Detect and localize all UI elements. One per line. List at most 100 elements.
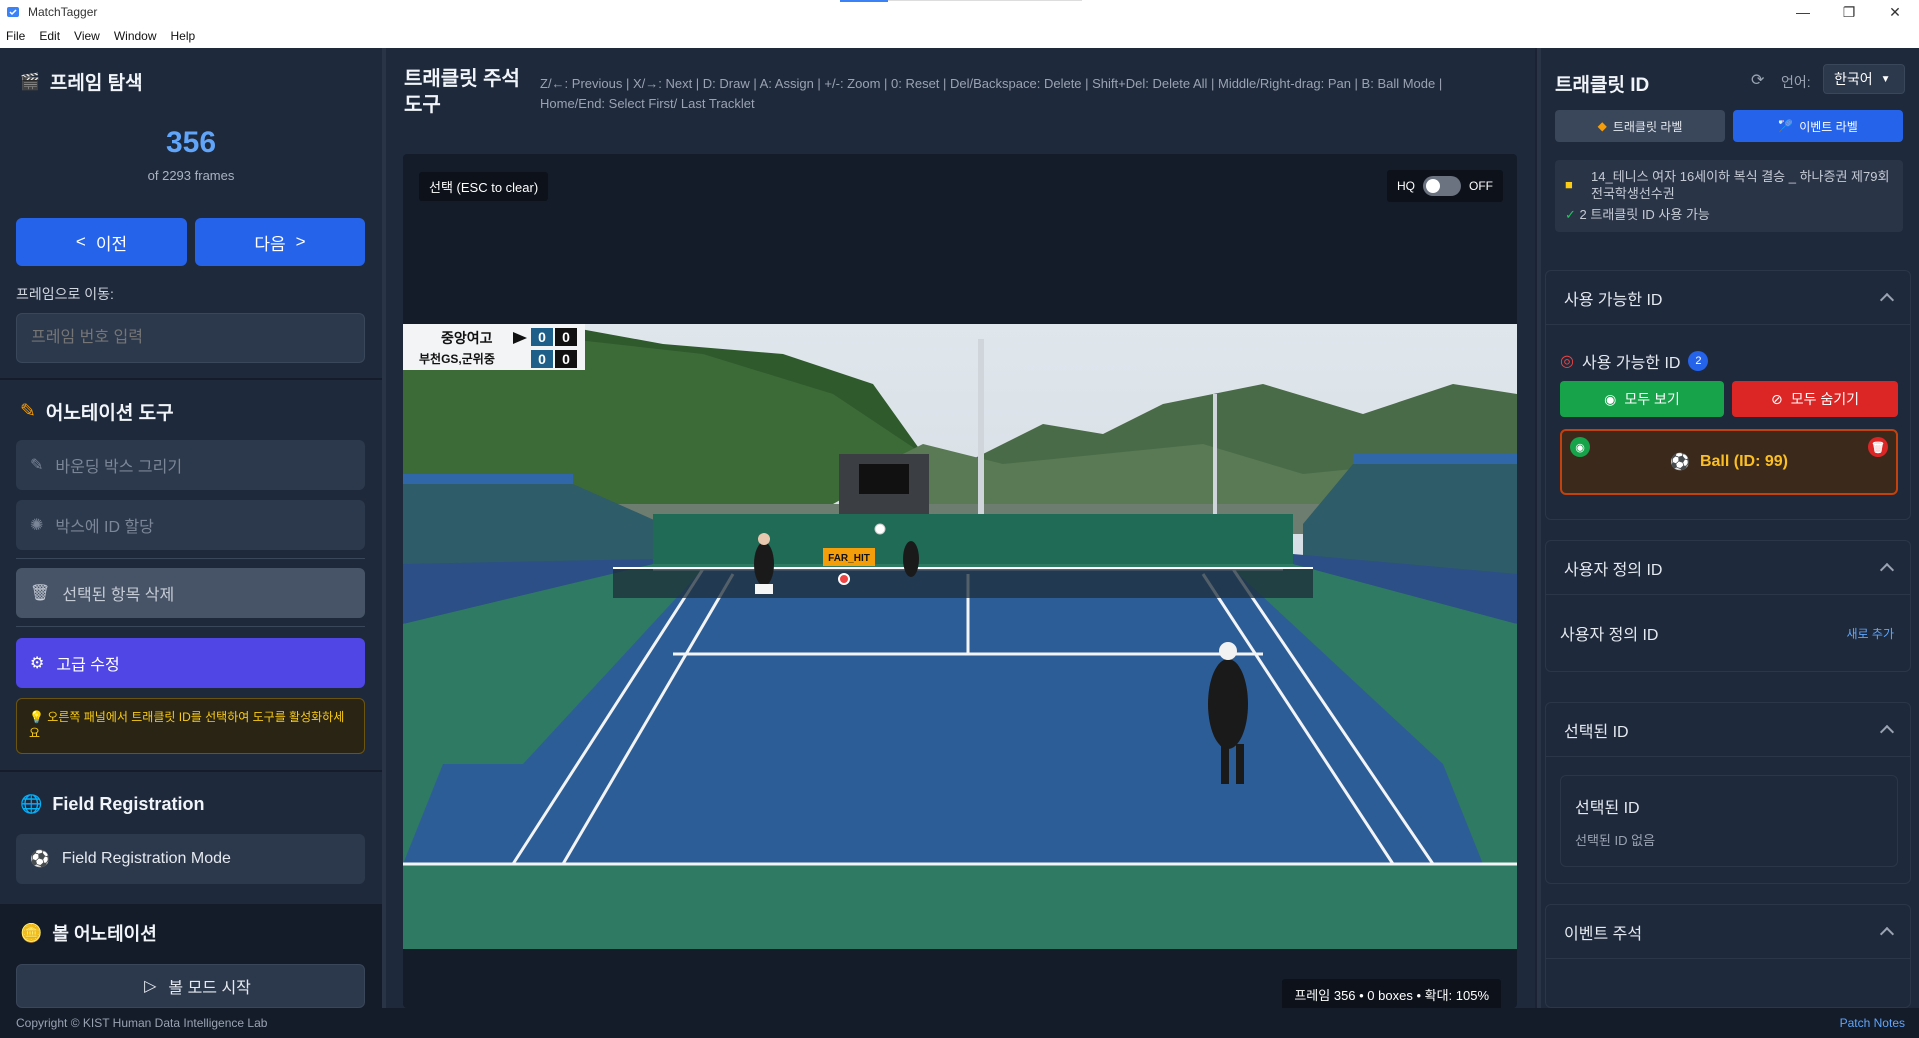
sparkle-icon: ✺	[30, 517, 44, 534]
svg-text:0: 0	[562, 329, 570, 345]
chevron-up-icon	[1879, 926, 1895, 942]
scoreboard-team1: 중앙여고	[441, 330, 493, 346]
gear-icon: ⚙	[30, 655, 45, 672]
bulb-icon: 💡	[29, 710, 44, 724]
show-all-button[interactable]: ◉ 모두 보기	[1560, 381, 1724, 417]
menu-window[interactable]: Window	[114, 29, 157, 43]
tennis-court-image: 중앙여고 부천GS,군위중 0 0 0 0 FAR_HIT	[403, 324, 1517, 949]
ball-mode-start-button[interactable]: ▷ 볼 모드 시작	[16, 964, 365, 1008]
soccer-ball-icon: ⚽	[1670, 454, 1690, 471]
prev-button[interactable]: < 이전	[16, 218, 187, 266]
trash-icon: 🗑	[30, 585, 51, 602]
chevron-up-icon	[1879, 292, 1895, 308]
add-new-link[interactable]: 새로 추가	[1847, 625, 1895, 642]
chevron-up-icon	[1879, 562, 1895, 578]
available-count-badge: 2	[1688, 351, 1709, 371]
assign-id-button[interactable]: ✺ 박스에 ID 할당	[16, 500, 365, 550]
chevron-left-icon: <	[75, 232, 86, 251]
frame-total: of 2293 frames	[147, 168, 235, 183]
tab-event-label[interactable]: 🏸 이벤트 라벨	[1733, 110, 1903, 142]
minimize-icon[interactable]: —	[1780, 0, 1826, 24]
eye-icon: ◉	[1604, 390, 1617, 407]
target-icon: ◎	[1560, 353, 1574, 370]
menu-file[interactable]: File	[6, 29, 25, 43]
field-reg-title: 🌐 Field Registration	[20, 794, 205, 814]
selection-badge: 선택 (ESC to clear)	[419, 172, 549, 201]
file-status: 2 트래클릿 ID 사용 가능	[1579, 207, 1710, 222]
chevron-down-icon: ▼	[1880, 73, 1891, 85]
coins-icon: 🪙	[20, 922, 43, 943]
custom-ids-label: 사용자 정의 ID	[1560, 627, 1659, 644]
ball-marker-icon[interactable]	[838, 573, 850, 585]
frame-info: 프레임 356 • 0 boxes • 확대: 105%	[1282, 979, 1501, 1010]
menu-bar: File Edit View Window Help	[0, 24, 1919, 48]
custom-ids-header[interactable]: 사용자 정의 ID	[1546, 541, 1910, 595]
video-frame[interactable]: 중앙여고 부천GS,군위중 0 0 0 0 FAR_HIT	[403, 324, 1517, 949]
tracklet-id-title: 트래클릿 ID	[1555, 75, 1650, 96]
globe-icon: 🌐	[20, 794, 43, 814]
ball-id-item[interactable]: ◉ ⚽ Ball (ID: 99) 🗑	[1560, 429, 1898, 495]
pencil-icon: ✎	[20, 401, 36, 422]
patch-notes-link[interactable]: Patch Notes	[1840, 1016, 1905, 1030]
left-panel: 🎬 프레임 탐색 356 of 2293 frames < 이전 다음 > 프레임으…	[0, 48, 386, 1008]
folder-icon: ■	[1565, 177, 1573, 192]
refresh-icon[interactable]: ⟳	[1751, 70, 1764, 90]
field-reg-mode-button[interactable]: ⚽ Field Registration Mode	[16, 834, 365, 884]
footer: Copyright © KIST Human Data Intelligence…	[0, 1008, 1919, 1038]
delete-id-icon[interactable]: 🗑	[1868, 437, 1888, 457]
app-icon	[7, 7, 19, 17]
event-tag: FAR_HIT	[828, 553, 870, 564]
menu-view[interactable]: View	[74, 29, 100, 43]
page-title: 트래클릿 주석 도구	[404, 68, 520, 116]
center-panel: 트래클릿 주석 도구 Z/←: Previous | X/→: Next | D…	[386, 48, 1535, 1010]
hint-box: 💡 오른쪽 패널에서 트래클릿 ID를 선택하여 도구를 활성화하세요	[16, 698, 365, 754]
draw-bbox-button[interactable]: ✎ 바운딩 박스 그리기	[16, 440, 365, 490]
event-annot-header[interactable]: 이벤트 주석	[1546, 905, 1910, 959]
lang-label: 언어:	[1781, 74, 1811, 90]
scoreboard-team2: 부천GS,군위중	[419, 351, 495, 366]
hide-all-button[interactable]: ⊘ 모두 숨기기	[1732, 381, 1898, 417]
file-info-box: ■ 14_테니스 여자 16세이하 복식 결승 _ 하나증권 제79회 전국학생…	[1555, 160, 1903, 232]
selected-ids-header[interactable]: 선택된 ID	[1546, 703, 1910, 757]
svg-text:0: 0	[562, 351, 570, 367]
window-title: MatchTagger	[28, 5, 98, 19]
file-name: 14_테니스 여자 16세이하 복식 결승 _ 하나증권 제79회 전국학생선수…	[1591, 169, 1890, 201]
tab-tracklet-label[interactable]: ◆ 트래클릿 라벨	[1555, 110, 1725, 142]
menu-edit[interactable]: Edit	[39, 29, 60, 43]
play-icon: ▷	[144, 978, 157, 995]
selected-ids-card: 선택된 ID 선택된 ID 선택된 ID 없음	[1545, 702, 1911, 884]
event-annot-card: 이벤트 주석	[1545, 904, 1911, 1008]
svg-text:0: 0	[538, 351, 546, 367]
clapper-icon: 🎬	[20, 73, 40, 91]
toggle-switch[interactable]	[1423, 176, 1461, 196]
copyright-text: Copyright © KIST Human Data Intelligence…	[16, 1016, 268, 1030]
svg-text:0: 0	[538, 329, 546, 345]
lang-select[interactable]: 한국어 ▼	[1823, 64, 1905, 94]
delete-selected-button[interactable]: 🗑 선택된 항목 삭제	[16, 568, 365, 618]
annot-tools-title: ✎ 어노테이션 도구	[20, 401, 174, 424]
available-ids-header[interactable]: 사용 가능한 ID	[1546, 271, 1910, 325]
available-label: 사용 가능한 ID	[1581, 355, 1681, 372]
visibility-eye-icon[interactable]: ◉	[1570, 437, 1590, 457]
ball-icon: ⚽	[30, 851, 50, 868]
right-panel: 트래클릿 ID ⟳ 언어: 한국어 ▼ ◆ 트래클릿 라벨 🏸 이벤트 라벨 ■ 14…	[1537, 48, 1919, 1008]
close-icon[interactable]: ✕	[1872, 0, 1918, 24]
goto-label: 프레임으로 이동:	[16, 286, 114, 302]
restore-icon[interactable]: ❐	[1826, 0, 1872, 24]
goto-frame-input[interactable]	[16, 313, 365, 363]
advanced-edit-button[interactable]: ⚙ 고급 수정	[16, 638, 365, 688]
available-ids-card: 사용 가능한 ID ◎ 사용 가능한 ID 2 ◉ 모두 보기 ⊘ 모두 숨기기 ◉…	[1545, 270, 1911, 520]
ball-annot-title: 🪙 볼 어노테이션	[20, 922, 157, 945]
tag-icon: ◆	[1597, 119, 1607, 133]
check-icon: ✓	[1565, 207, 1576, 222]
selected-ids-label: 선택된 ID	[1575, 800, 1640, 817]
next-button[interactable]: 다음 >	[195, 218, 365, 266]
annotation-canvas[interactable]: 선택 (ESC to clear) HQ OFF 중앙여고 부천GS,군위중 0…	[403, 154, 1517, 1010]
selected-none-text: 선택된 ID 없음	[1575, 833, 1656, 848]
menu-help[interactable]: Help	[171, 29, 196, 43]
racket-icon: 🏸	[1778, 119, 1794, 133]
hq-toggle[interactable]: HQ OFF	[1387, 170, 1503, 202]
custom-ids-card: 사용자 정의 ID 사용자 정의 ID 새로 추가	[1545, 540, 1911, 672]
chevron-right-icon: >	[295, 232, 306, 251]
chevron-up-icon	[1879, 724, 1895, 740]
